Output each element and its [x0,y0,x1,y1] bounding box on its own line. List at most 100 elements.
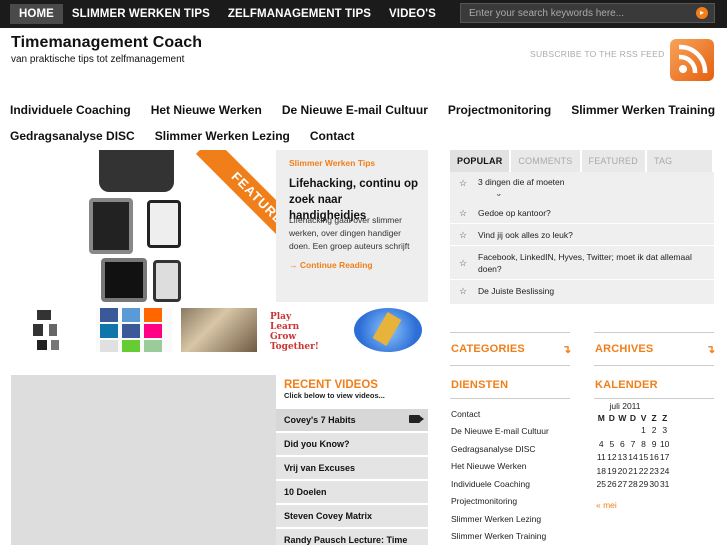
nav-slimmer-werken-lezing[interactable]: Slimmer Werken Lezing [155,126,290,146]
calendar-day-header: V [640,412,647,423]
sidebar-tabs: POPULAR COMMENTS FEATURED TAG CLOUD [450,150,714,188]
calendar-day-header: Z [651,412,657,423]
nav-de-nieuwe-email-cultuur[interactable]: De Nieuwe E-mail Cultuur [282,100,428,120]
video-item[interactable]: Covey's 7 Habits [276,409,428,431]
slider-thumbnail[interactable] [96,308,172,352]
categories-heading[interactable]: CATEGORIES [451,343,525,355]
video-item[interactable]: Did you Know? [276,433,428,455]
featured-excerpt: Lifehacking gaat over slimmer werken, ov… [289,215,410,251]
calendar-day: 20 [617,465,628,476]
calendar-day: 17 [659,452,670,462]
video-item[interactable]: Vrij van Excuses [276,457,428,479]
calendar-day: 25 [596,479,607,489]
calendar-day: 28 [628,479,638,489]
ipad-device [153,260,181,302]
popular-post-link[interactable]: Gedoe op kantoor? [478,207,708,219]
calendar-day: 6 [620,438,625,449]
video-camera-icon [409,415,424,423]
calendar-day: 27 [617,479,628,489]
popular-post-link[interactable]: De Juiste Beslissing [478,285,708,297]
continue-reading-link[interactable]: → Continue Reading [289,260,373,270]
video-item[interactable]: Randy Pausch Lecture: Time Management [276,529,428,545]
expand-arrow-icon[interactable]: ↴ [706,343,715,356]
rss-icon[interactable] [670,39,714,81]
popular-post-link[interactable]: Facebook, LinkedIN, Hyves, Twitter; moet… [478,251,708,275]
calendar-day: 13 [617,452,628,462]
nav-het-nieuwe-werken[interactable]: Het Nieuwe Werken [151,100,262,120]
topnav-zelfmanagement-tips[interactable]: ZELFMANAGEMENT TIPS [219,4,380,24]
main-navigation: Individuele Coaching Het Nieuwe Werken D… [10,100,715,152]
calendar-day: 21 [628,465,638,476]
tab-tag-cloud[interactable]: TAG CLOUD [646,150,712,188]
search-submit-icon[interactable]: ▸ [696,7,708,19]
list-item[interactable]: De Nieuwe E-mail Cultuur [451,426,549,436]
popular-post-link[interactable]: Vind jij ook alles zo leuk? [478,229,708,241]
video-title: Vrij van Excuses [284,463,356,473]
list-item[interactable]: Het Nieuwe Werken [451,461,526,471]
star-icon: ☆ [459,258,468,268]
popular-post-link[interactable]: 3 dingen die af moeten [478,177,564,187]
rss-subscribe-link[interactable]: SUBSCRIBE TO THE RSS FEED [530,49,665,59]
list-item[interactable]: Slimmer Werken Training [451,531,546,541]
calendar-day: 15 [638,452,649,462]
slider-thumbnail[interactable] [11,308,81,352]
featured-post-panel: Slimmer Werken Tips Lifehacking, continu… [276,150,428,302]
list-item[interactable]: Slimmer Werken Lezing [451,514,541,524]
video-title: Steven Covey Matrix [284,511,373,521]
kalender-heading: KALENDER [595,379,658,391]
tab-popular[interactable]: POPULAR [450,150,510,172]
tab-featured[interactable]: FEATURED [581,150,645,172]
ipad-device [101,258,147,302]
video-player[interactable] [11,375,276,545]
calendar-day: 22 [638,465,649,476]
star-icon: ☆ [459,178,468,188]
featured-image[interactable]: FEATURED [11,150,276,302]
archives-heading[interactable]: ARCHIVES [595,343,653,355]
video-item[interactable]: 10 Doelen [276,481,428,503]
calendar-day: 11 [596,452,606,462]
calendar-day [617,424,628,438]
expand-arrow-icon[interactable]: ↴ [562,343,571,356]
nav-individuele-coaching[interactable]: Individuele Coaching [10,100,131,120]
calendar-day: 16 [649,452,659,462]
list-item[interactable]: Gedragsanalyse DISC [451,444,536,454]
calendar-day-header: W [618,412,627,423]
nav-slimmer-werken-training[interactable]: Slimmer Werken Training [571,100,715,120]
site-tagline: van praktische tips tot zelfmanagement [11,54,185,65]
slider-thumbnail[interactable] [351,308,427,352]
search-box: ▸ [460,3,715,23]
list-item[interactable]: Contact [451,409,480,419]
calendar-day: 4 [598,438,604,449]
list-item[interactable]: ☆ Vind jij ook alles zo leuk? [450,224,714,246]
list-item[interactable]: ☆ De Juiste Beslissing [450,280,714,302]
calendar-day: 12 [607,452,617,462]
video-item[interactable]: Steven Covey Matrix [276,505,428,527]
calendar-day: 3 [662,425,668,435]
topnav-home[interactable]: HOME [10,4,63,24]
calendar-month: juli 2011 [609,401,641,411]
topnav-slimmer-werken-tips[interactable]: SLIMMER WERKEN TIPS [63,4,219,24]
nav-contact[interactable]: Contact [310,126,355,146]
ipad-device [147,200,181,248]
topnav-videos[interactable]: VIDEO'S [380,4,445,24]
main-nav-row-1: Individuele Coaching Het Nieuwe Werken D… [10,100,715,120]
list-item[interactable]: ☆ Facebook, LinkedIN, Hyves, Twitter; mo… [450,246,714,280]
nav-gedragsanalyse-disc[interactable]: Gedragsanalyse DISC [10,126,135,146]
star-icon: ☆ [459,230,468,240]
calendar-day: 9 [651,438,657,449]
nav-projectmonitoring[interactable]: Projectmonitoring [448,100,551,120]
site-title[interactable]: Timemanagement Coach [11,34,202,52]
calendar-prev-month-link[interactable]: « mei [596,500,617,510]
search-input[interactable] [461,4,686,22]
tab-comments[interactable]: COMMENTS [511,150,580,172]
featured-category[interactable]: Slimmer Werken Tips [289,158,375,168]
calendar-day: 29 [638,479,649,489]
list-item[interactable]: Individuele Coaching [451,479,530,489]
list-item[interactable]: Projectmonitoring [451,496,517,506]
popular-first-row[interactable]: ☆ 3 dingen die af moeten [450,172,714,194]
slider-thumbnail[interactable] [181,308,257,352]
calendar-day: 26 [607,479,617,489]
slider-thumbnail[interactable]: Play Learn Grow Together! [266,308,342,352]
list-item[interactable]: ☆ Gedoe op kantoor? [450,202,714,224]
recent-videos-subtitle: Click below to view videos... [284,391,385,400]
